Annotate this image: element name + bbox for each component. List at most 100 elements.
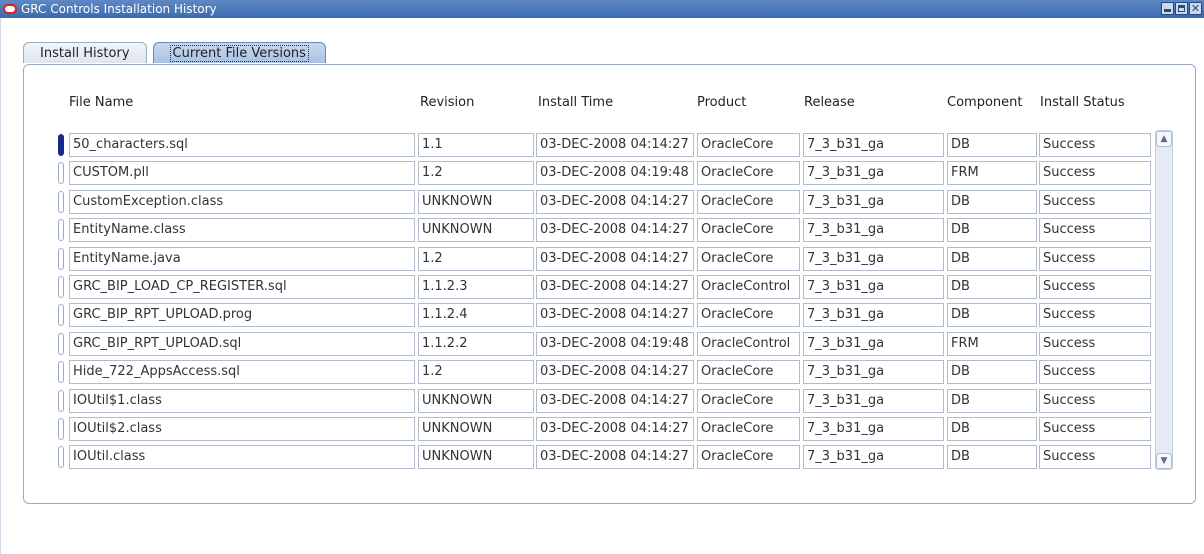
cell-product[interactable]: OracleCore <box>697 161 800 185</box>
row-selector[interactable] <box>58 248 64 270</box>
cell-install-status[interactable]: Success <box>1039 190 1151 214</box>
tab-install-history[interactable]: Install History <box>23 42 147 63</box>
cell-file-name[interactable]: EntityName.java <box>69 247 415 271</box>
cell-component[interactable]: DB <box>947 190 1037 214</box>
cell-install-time[interactable]: 03-DEC-2008 04:14:27 <box>536 133 694 157</box>
cell-component[interactable]: DB <box>947 247 1037 271</box>
cell-file-name[interactable]: GRC_BIP_LOAD_CP_REGISTER.sql <box>69 275 415 299</box>
maximize-icon[interactable] <box>1175 2 1188 15</box>
cell-release[interactable]: 7_3_b31_ga <box>803 275 944 299</box>
row-selector[interactable] <box>58 390 64 412</box>
row-selector[interactable] <box>58 304 64 326</box>
cell-file-name[interactable]: Hide_722_AppsAccess.sql <box>69 360 415 384</box>
close-icon[interactable]: ✕ <box>1189 2 1202 15</box>
cell-file-name[interactable]: GRC_BIP_RPT_UPLOAD.prog <box>69 303 415 327</box>
minimize-icon[interactable] <box>1161 2 1174 15</box>
cell-product[interactable]: OracleCore <box>697 247 800 271</box>
cell-release[interactable]: 7_3_b31_ga <box>803 247 944 271</box>
cell-install-status[interactable]: Success <box>1039 275 1151 299</box>
cell-file-name[interactable]: CUSTOM.pll <box>69 161 415 185</box>
cell-product[interactable]: OracleCore <box>697 218 800 242</box>
cell-install-status[interactable]: Success <box>1039 332 1151 356</box>
cell-install-status[interactable]: Success <box>1039 389 1151 413</box>
cell-file-name[interactable]: IOUtil$1.class <box>69 389 415 413</box>
cell-product[interactable]: OracleCore <box>697 389 800 413</box>
window-title-bar[interactable]: GRC Controls Installation History ✕ <box>0 0 1204 18</box>
cell-install-status[interactable]: Success <box>1039 218 1151 242</box>
cell-install-time[interactable]: 03-DEC-2008 04:14:27 <box>536 218 694 242</box>
cell-product[interactable]: OracleCore <box>697 417 800 441</box>
scroll-down-icon[interactable]: ▼ <box>1156 453 1172 469</box>
cell-file-name[interactable]: IOUtil.class <box>69 445 415 469</box>
cell-product[interactable]: OracleControl <box>697 275 800 299</box>
cell-release[interactable]: 7_3_b31_ga <box>803 360 944 384</box>
cell-install-time[interactable]: 03-DEC-2008 04:14:27 <box>536 417 694 441</box>
cell-release[interactable]: 7_3_b31_ga <box>803 161 944 185</box>
cell-install-status[interactable]: Success <box>1039 303 1151 327</box>
cell-revision[interactable]: UNKNOWN <box>418 389 534 413</box>
cell-revision[interactable]: 1.2 <box>418 360 534 384</box>
cell-revision[interactable]: 1.1 <box>418 133 534 157</box>
cell-file-name[interactable]: EntityName.class <box>69 218 415 242</box>
cell-revision[interactable]: 1.1.2.4 <box>418 303 534 327</box>
cell-product[interactable]: OracleCore <box>697 303 800 327</box>
cell-file-name[interactable]: 50_characters.sql <box>69 133 415 157</box>
cell-release[interactable]: 7_3_b31_ga <box>803 389 944 413</box>
row-selector[interactable] <box>58 446 64 468</box>
cell-revision[interactable]: UNKNOWN <box>418 190 534 214</box>
cell-release[interactable]: 7_3_b31_ga <box>803 218 944 242</box>
cell-component[interactable]: FRM <box>947 161 1037 185</box>
cell-install-status[interactable]: Success <box>1039 417 1151 441</box>
cell-install-time[interactable]: 03-DEC-2008 04:14:27 <box>536 247 694 271</box>
cell-revision[interactable]: UNKNOWN <box>418 417 534 441</box>
cell-revision[interactable]: 1.2 <box>418 161 534 185</box>
cell-install-status[interactable]: Success <box>1039 133 1151 157</box>
cell-install-time[interactable]: 03-DEC-2008 04:19:48 <box>536 332 694 356</box>
cell-product[interactable]: OracleCore <box>697 360 800 384</box>
cell-install-status[interactable]: Success <box>1039 360 1151 384</box>
cell-component[interactable]: DB <box>947 360 1037 384</box>
cell-release[interactable]: 7_3_b31_ga <box>803 417 944 441</box>
row-selector[interactable] <box>58 219 64 241</box>
cell-component[interactable]: DB <box>947 417 1037 441</box>
cell-component[interactable]: FRM <box>947 332 1037 356</box>
cell-install-status[interactable]: Success <box>1039 161 1151 185</box>
cell-component[interactable]: DB <box>947 275 1037 299</box>
cell-component[interactable]: DB <box>947 303 1037 327</box>
cell-install-time[interactable]: 03-DEC-2008 04:14:27 <box>536 389 694 413</box>
cell-install-time[interactable]: 03-DEC-2008 04:14:27 <box>536 275 694 299</box>
row-selector[interactable] <box>58 333 64 355</box>
cell-product[interactable]: OracleCore <box>697 133 800 157</box>
vertical-scrollbar[interactable]: ▲ ▼ <box>1155 130 1173 470</box>
row-selector[interactable] <box>58 361 64 383</box>
cell-release[interactable]: 7_3_b31_ga <box>803 133 944 157</box>
row-selector[interactable] <box>58 162 64 184</box>
cell-revision[interactable]: UNKNOWN <box>418 218 534 242</box>
cell-file-name[interactable]: IOUtil$2.class <box>69 417 415 441</box>
cell-product[interactable]: OracleCore <box>697 190 800 214</box>
cell-component[interactable]: DB <box>947 389 1037 413</box>
cell-install-status[interactable]: Success <box>1039 247 1151 271</box>
tab-current-file-versions[interactable]: Current File Versions <box>152 42 326 63</box>
cell-revision[interactable]: 1.1.2.2 <box>418 332 534 356</box>
cell-release[interactable]: 7_3_b31_ga <box>803 332 944 356</box>
cell-component[interactable]: DB <box>947 218 1037 242</box>
cell-revision[interactable]: UNKNOWN <box>418 445 534 469</box>
cell-component[interactable]: DB <box>947 445 1037 469</box>
row-selector[interactable] <box>58 418 64 440</box>
cell-product[interactable]: OracleControl <box>697 332 800 356</box>
cell-install-time[interactable]: 03-DEC-2008 04:14:27 <box>536 190 694 214</box>
cell-component[interactable]: DB <box>947 133 1037 157</box>
cell-install-status[interactable]: Success <box>1039 445 1151 469</box>
cell-revision[interactable]: 1.2 <box>418 247 534 271</box>
row-selector[interactable] <box>58 134 64 156</box>
cell-file-name[interactable]: CustomException.class <box>69 190 415 214</box>
cell-release[interactable]: 7_3_b31_ga <box>803 445 944 469</box>
cell-release[interactable]: 7_3_b31_ga <box>803 190 944 214</box>
cell-install-time[interactable]: 03-DEC-2008 04:14:27 <box>536 303 694 327</box>
cell-install-time[interactable]: 03-DEC-2008 04:14:27 <box>536 360 694 384</box>
cell-file-name[interactable]: GRC_BIP_RPT_UPLOAD.sql <box>69 332 415 356</box>
cell-revision[interactable]: 1.1.2.3 <box>418 275 534 299</box>
cell-release[interactable]: 7_3_b31_ga <box>803 303 944 327</box>
cell-install-time[interactable]: 03-DEC-2008 04:14:27 <box>536 445 694 469</box>
